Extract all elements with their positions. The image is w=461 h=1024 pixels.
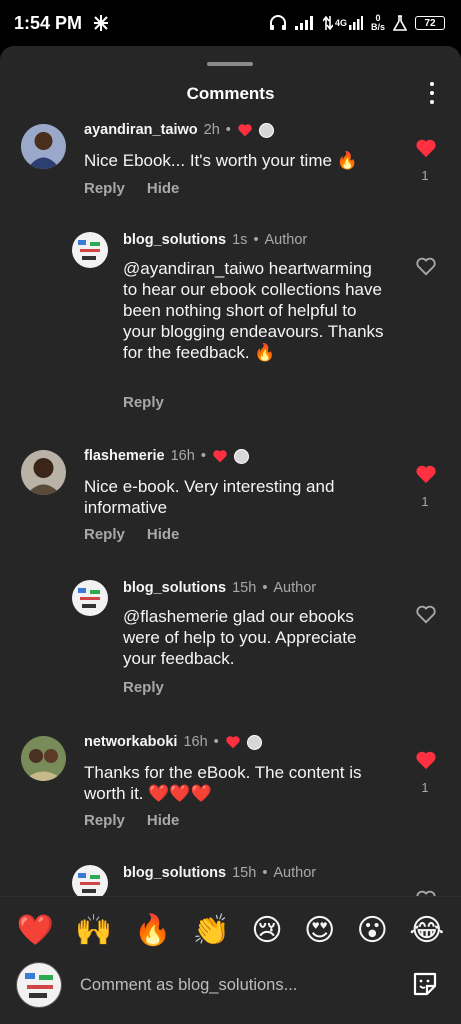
avatar-image <box>17 963 61 1007</box>
avatar[interactable] <box>72 580 108 616</box>
like-heart-icon[interactable] <box>415 464 437 484</box>
emoji-crying-button[interactable]: 😢 <box>251 913 282 949</box>
comment-text: Nice Ebook... It's worth your time 🔥 <box>84 151 358 170</box>
signal-icon <box>294 16 313 30</box>
avatar[interactable] <box>21 124 66 169</box>
comment-item: networkaboki 16h • Thanks for the eBook.… <box>0 730 461 836</box>
hide-button[interactable]: Hide <box>147 526 180 543</box>
timestamp: 15h <box>232 865 257 881</box>
like-heart-outline-icon[interactable] <box>415 604 437 624</box>
network-type: 4G <box>334 17 347 28</box>
emoji-heart-eyes-button[interactable]: 😍 <box>304 913 335 949</box>
username[interactable]: ayandiran_taiwo <box>84 122 198 138</box>
reply-button[interactable]: Reply <box>123 394 164 411</box>
author-liked-heart-icon <box>213 450 227 463</box>
reply-button[interactable]: Reply <box>84 526 125 543</box>
comment-item: ayandiran_taiwo 2h • Nice Ebook... It's … <box>0 118 461 223</box>
username[interactable]: blog_solutions <box>123 580 226 596</box>
sheet-title: Comments <box>186 84 275 103</box>
username[interactable]: blog_solutions <box>123 865 226 881</box>
avatar[interactable] <box>72 232 108 268</box>
avatar-image <box>21 450 66 495</box>
signal-icon-2 <box>348 16 363 30</box>
comment-text: Nice e-book. Very interesting and inform… <box>84 477 335 517</box>
emoji-red-heart-button[interactable]: ❤️ <box>17 913 54 949</box>
battery-indicator: 72 <box>415 16 445 30</box>
emoji-surprised-button[interactable]: 😮 <box>357 913 388 949</box>
timestamp: 2h <box>203 122 220 138</box>
divider <box>0 896 461 897</box>
avatar[interactable] <box>72 865 108 896</box>
more-options-button[interactable] <box>425 82 439 104</box>
lab-flask-icon <box>393 15 407 31</box>
avatar-image <box>21 124 66 169</box>
author-badge: Author <box>273 580 317 596</box>
hide-button[interactable]: Hide <box>147 180 180 197</box>
comments-sheet: Comments ayandiran_taiwo 2h • Nice Ebook… <box>0 46 461 1024</box>
dot-icon <box>430 100 434 104</box>
comment-text: Thanks for the eBook. The content is wor… <box>84 763 362 803</box>
avatar[interactable] <box>21 736 66 781</box>
username[interactable]: blog_solutions <box>123 232 226 248</box>
author-badge: Author <box>273 865 317 881</box>
reply-button[interactable]: Reply <box>84 180 125 197</box>
drag-handle[interactable] <box>207 62 253 66</box>
like-heart-icon[interactable] <box>415 750 437 770</box>
author-avatar-mini <box>258 122 274 138</box>
reply-item: blog_solutions 15h • Author <box>0 863 461 896</box>
comment-text: @flashemerie glad our ebooks were of hel… <box>123 607 357 668</box>
status-bar: 1:54 PM 4G 0 B/s 72 <box>0 0 461 46</box>
avatar-image <box>72 865 108 896</box>
network-speed: 0 B/s <box>370 13 385 32</box>
avatar-image <box>72 232 108 268</box>
like-heart-outline-icon[interactable] <box>415 889 437 896</box>
dot-icon <box>430 91 434 95</box>
avatar[interactable] <box>21 450 66 495</box>
comments-list[interactable]: ayandiran_taiwo 2h • Nice Ebook... It's … <box>0 118 461 896</box>
app-notification-icon <box>94 15 109 31</box>
timestamp: 15h <box>232 580 257 596</box>
username[interactable]: flashemerie <box>84 448 165 464</box>
like-count: 1 <box>421 168 429 183</box>
avatar-image <box>21 736 66 781</box>
comment-composer <box>0 960 461 1016</box>
status-time: 1:54 PM <box>14 12 83 33</box>
author-avatar-mini <box>233 448 249 464</box>
emoji-raising-hands-button[interactable]: 🙌 <box>75 913 112 949</box>
reply-item: blog_solutions 15h • Author @flashemerie… <box>0 578 461 708</box>
emoji-fire-button[interactable]: 🔥 <box>134 913 171 949</box>
like-count: 1 <box>421 780 429 795</box>
avatar-image <box>72 580 108 616</box>
hide-button[interactable]: Hide <box>147 812 180 829</box>
sticker-icon[interactable] <box>411 970 439 998</box>
reply-item: blog_solutions 1s • Author @ayandiran_ta… <box>0 230 461 430</box>
author-badge: Author <box>264 232 308 248</box>
data-arrows-icon <box>322 16 333 30</box>
emoji-tears-of-joy-button[interactable]: 😂 <box>409 913 444 949</box>
emoji-clapping-button[interactable]: 👏 <box>193 913 230 949</box>
comment-input[interactable] <box>80 970 390 1000</box>
current-user-avatar <box>16 962 62 1008</box>
timestamp: 16h <box>183 734 208 750</box>
like-heart-outline-icon[interactable] <box>415 256 437 276</box>
reply-button[interactable]: Reply <box>123 679 164 696</box>
comment-item: flashemerie 16h • Nice e-book. Very inte… <box>0 444 461 550</box>
timestamp: 1s <box>232 232 248 248</box>
like-count: 1 <box>421 494 429 509</box>
emoji-quick-bar: ❤️ 🙌 🔥 👏 😢 😍 😮 😂 <box>0 908 461 954</box>
comment-text: @ayandiran_taiwo heartwarming to hear ou… <box>123 259 384 362</box>
username[interactable]: networkaboki <box>84 734 177 750</box>
dot-icon <box>430 82 434 86</box>
like-heart-icon[interactable] <box>415 138 437 158</box>
reply-button[interactable]: Reply <box>84 812 125 829</box>
headphones-icon <box>269 15 286 30</box>
author-liked-heart-icon <box>238 124 252 137</box>
timestamp: 16h <box>170 448 195 464</box>
author-liked-heart-icon <box>226 736 240 749</box>
author-avatar-mini <box>246 734 262 750</box>
